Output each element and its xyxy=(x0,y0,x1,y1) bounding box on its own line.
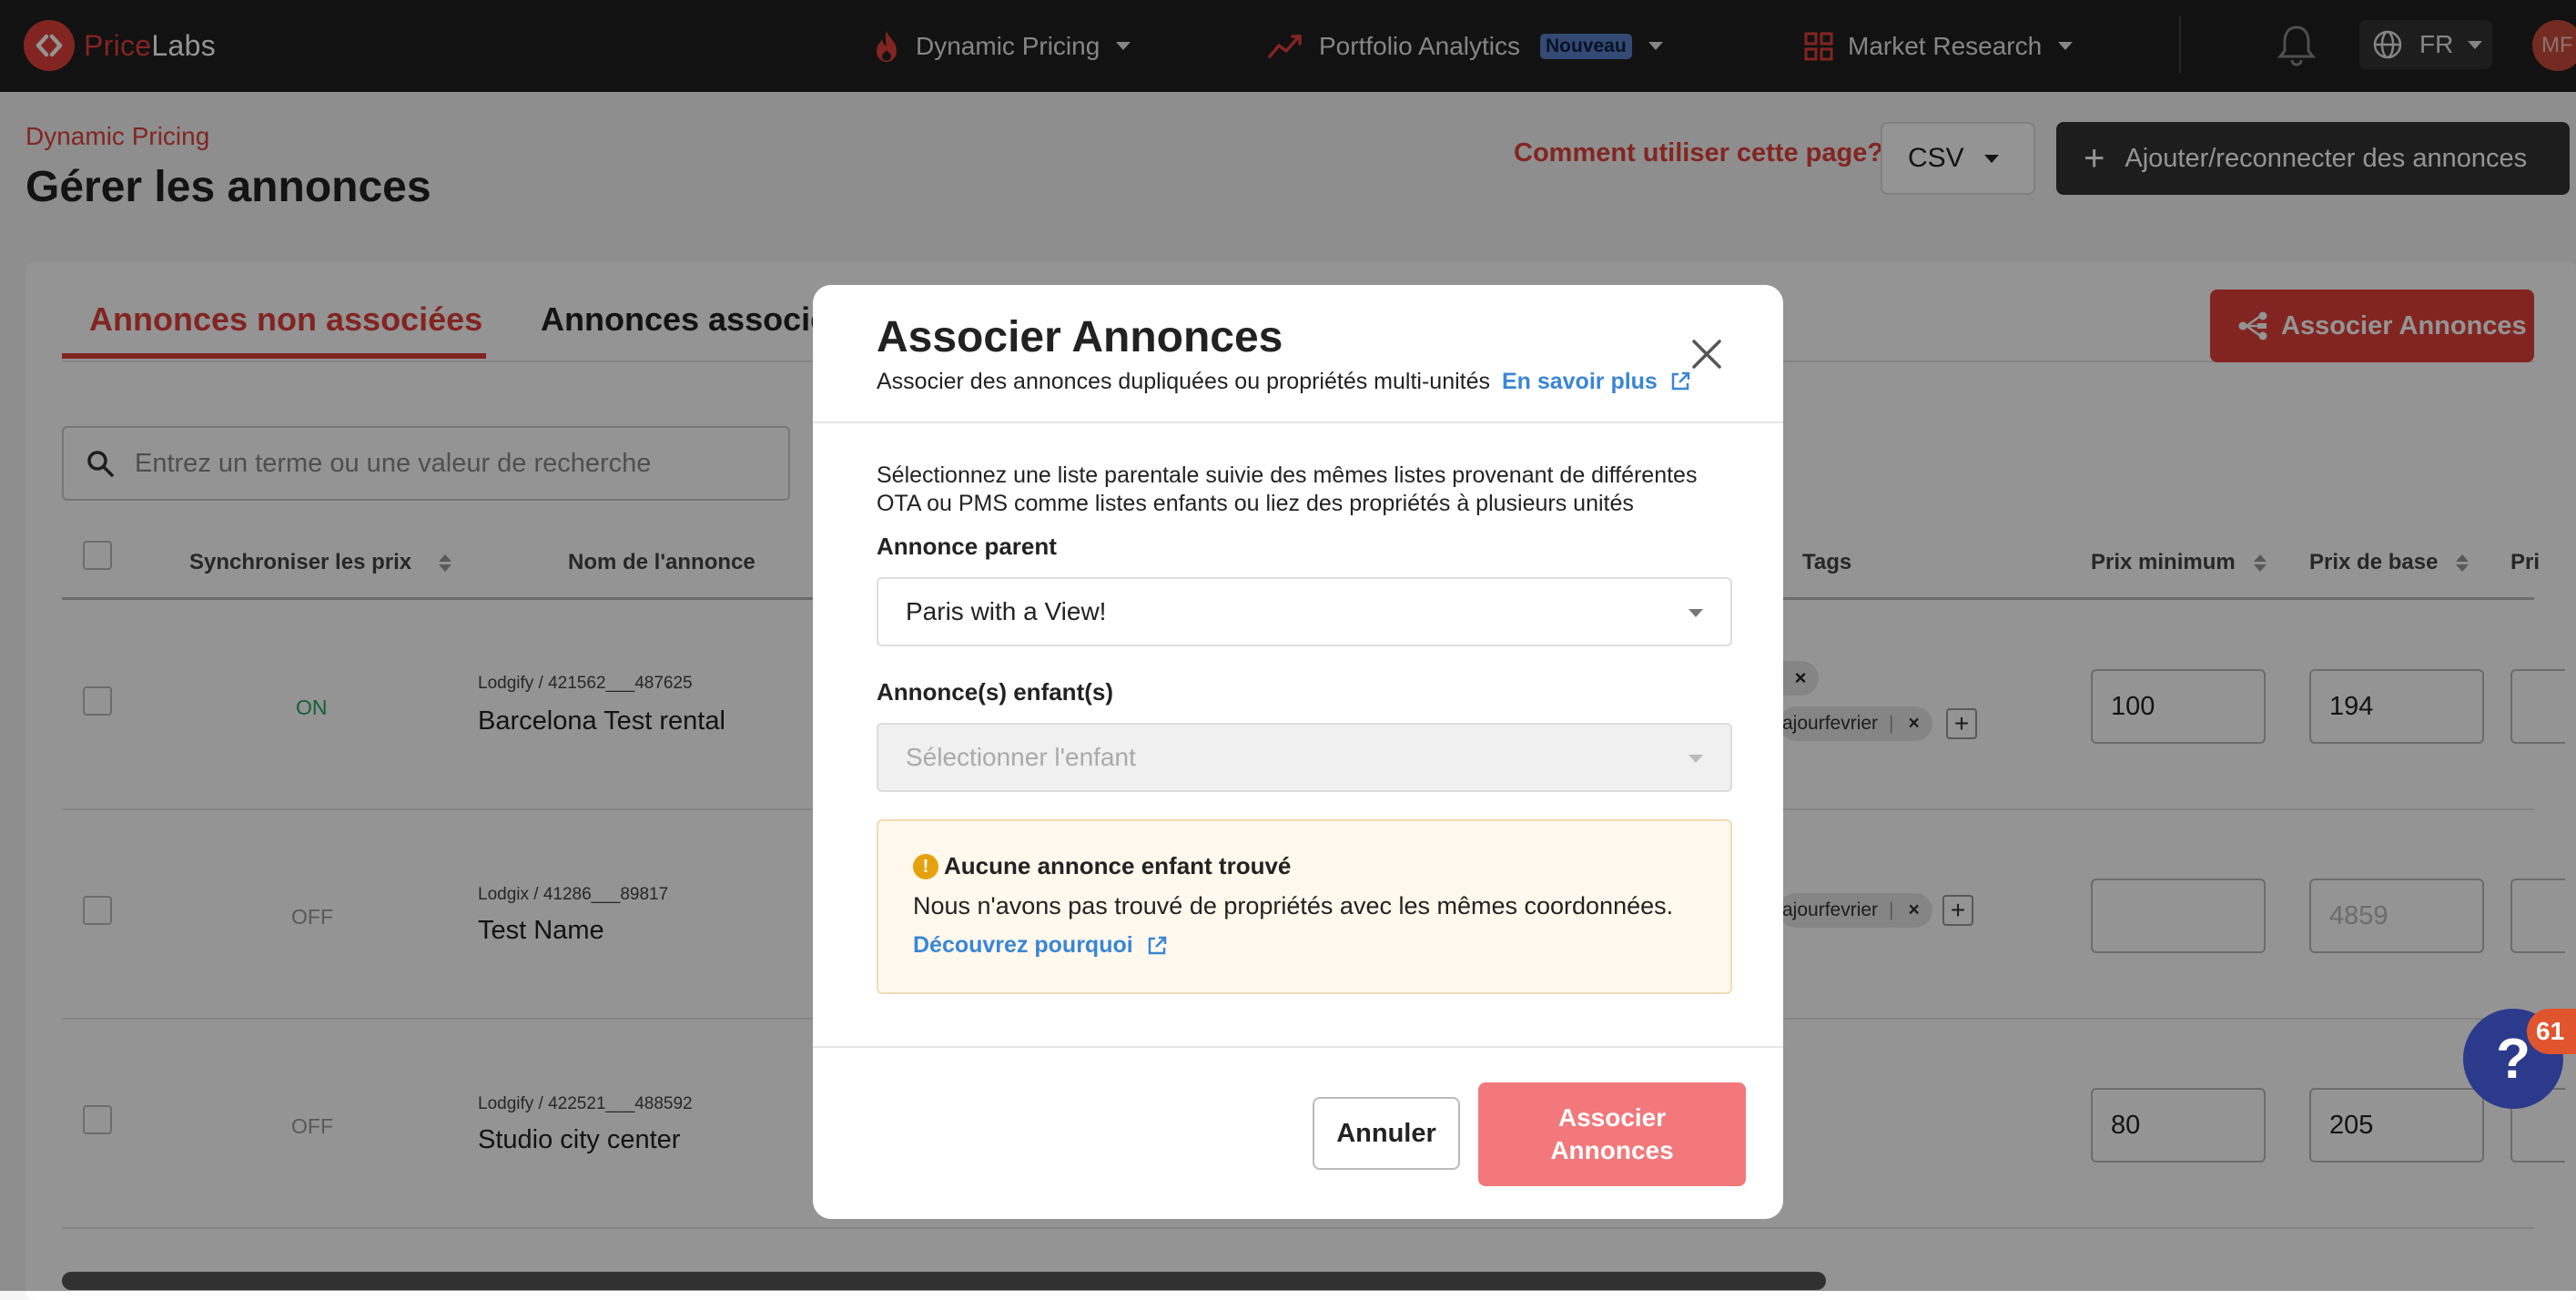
child-listings-label: Annonce(s) enfant(s) xyxy=(877,678,1113,706)
confirm-associate-button[interactable]: Associer Annonces xyxy=(1478,1082,1746,1186)
external-link-icon xyxy=(1148,936,1166,954)
modal-subtitle: Associer des annonces dupliquées ou prop… xyxy=(877,369,1691,395)
help-count-badge: 61 xyxy=(2527,1009,2576,1054)
parent-listing-select[interactable]: Paris with a View! xyxy=(877,577,1732,646)
chevron-down-icon xyxy=(1689,755,1703,763)
alert-body: Nous n'avons pas trouvé de propriétés av… xyxy=(913,892,1674,919)
discover-why-link[interactable]: Découvrez pourquoi xyxy=(913,932,1168,959)
chevron-down-icon xyxy=(1689,609,1703,617)
modal-title: Associer Annonces xyxy=(877,313,1283,361)
alert-title: Aucune annonce enfant trouvé xyxy=(944,852,1292,879)
parent-listing-label: Annonce parent xyxy=(877,533,1057,560)
modal-description: Sélectionnez une liste parentale suivie … xyxy=(877,462,1698,516)
cancel-button[interactable]: Annuler xyxy=(1313,1097,1460,1170)
modal-header-divider xyxy=(813,421,1783,423)
learn-more-link[interactable]: En savoir plus xyxy=(1502,369,1691,394)
close-icon[interactable] xyxy=(1689,336,1725,372)
child-listings-select[interactable]: Sélectionner l'enfant xyxy=(877,723,1732,792)
warning-icon: ! xyxy=(913,854,938,879)
associate-listings-modal: Associer Annonces Associer des annonces … xyxy=(813,285,1783,1219)
external-link-icon xyxy=(1671,371,1690,391)
no-child-alert: ! Aucune annonce enfant trouvé Nous n'av… xyxy=(877,819,1732,994)
modal-footer-divider xyxy=(813,1046,1783,1048)
